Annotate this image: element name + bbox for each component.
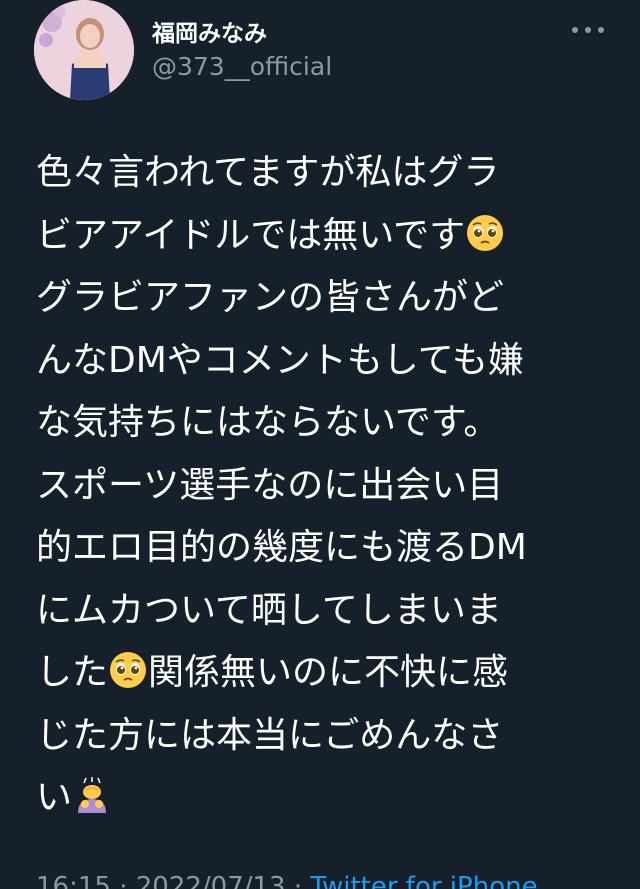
avatar-photo [34, 0, 134, 100]
tweet-line: い [36, 767, 616, 830]
tweet-text: 色々言われてますが私はグラ ビアアイドルでは無いです グラビアファンの皆さんがど… [36, 142, 616, 830]
dot [585, 27, 591, 33]
person-bowing-emoji [72, 775, 112, 815]
tweet-line: グラビアファンの皆さんがど [36, 277, 505, 318]
dot [572, 27, 578, 33]
tweet-date: 2022/07/13 [135, 872, 286, 889]
pleading-face-emoji [108, 650, 148, 690]
avatar[interactable] [34, 0, 134, 100]
more-horizontal-icon[interactable] [572, 22, 604, 38]
tweet-meta: 16:15 · 2022/07/13 · Twitter for iPhone [36, 872, 538, 889]
display-name[interactable]: 福岡みなみ [152, 14, 267, 48]
tweet-line: んなDMやコメントもしても嫌 [36, 339, 524, 381]
tweet-time: 16:15 [36, 872, 111, 889]
separator: · [293, 872, 303, 889]
tweet-line: 的エロ目的の幾度にも渡るDM [36, 527, 527, 568]
user-handle[interactable]: @373__official [152, 52, 332, 81]
tweet-line: な気持ちにはならないです。 [36, 402, 500, 443]
tweet-line: 色々言われてますが私はグラ [36, 152, 500, 193]
tweet-line: にムカついて晒してしまいま [36, 589, 502, 631]
tweet-line: した 関係無いのに不快に感 [36, 650, 509, 693]
tweet-line: じた方には本当にごめんなさ [36, 714, 504, 756]
tweet-line: ビアアイドルでは無いです [36, 205, 616, 268]
tweet-card: 福岡みなみ @373__official 色々言われてますが私はグラ ビアアイド… [0, 0, 640, 889]
tweet-line: スポーツ選手なのに出会い目 [36, 464, 504, 506]
separator: · [119, 872, 128, 889]
dot [598, 27, 604, 33]
pleading-face-emoji [465, 213, 505, 253]
tweet-source-link[interactable]: Twitter for iPhone [310, 872, 537, 889]
